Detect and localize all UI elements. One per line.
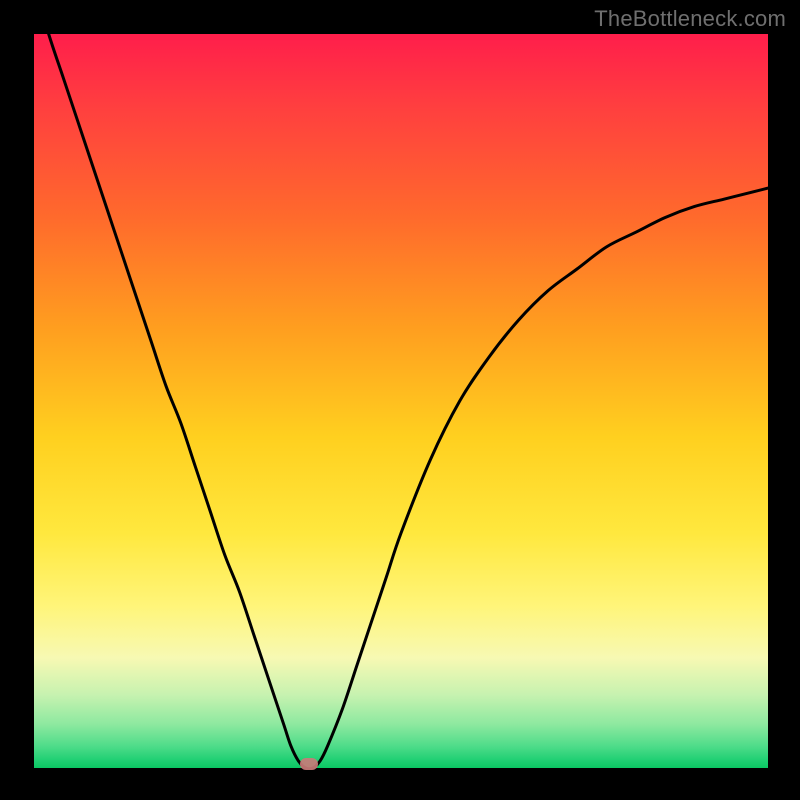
- watermark-text: TheBottleneck.com: [594, 6, 786, 32]
- chart-frame: TheBottleneck.com: [0, 0, 800, 800]
- optimal-point-marker: [300, 758, 318, 770]
- plot-area: [34, 34, 768, 768]
- bottleneck-curve: [34, 34, 768, 768]
